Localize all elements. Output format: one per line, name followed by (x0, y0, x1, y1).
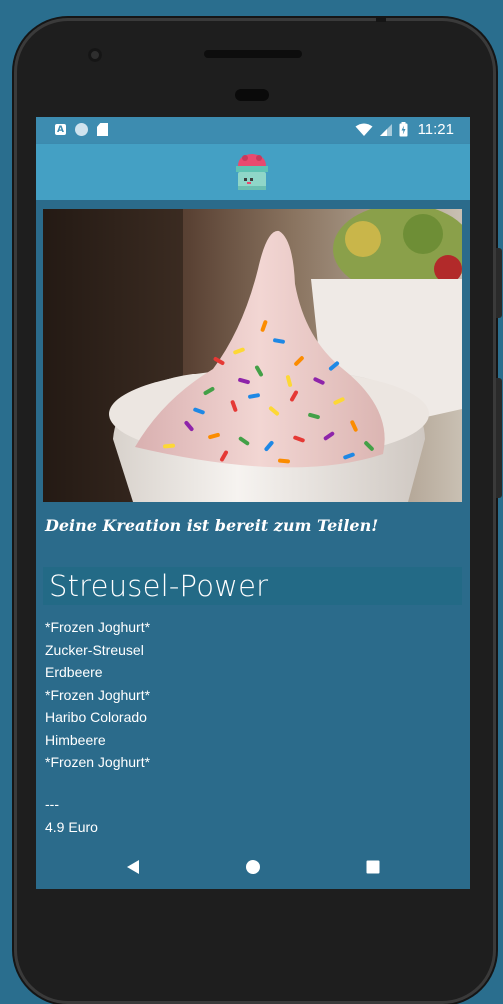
creation-title: Streusel-Power (49, 569, 269, 603)
wifi-icon (355, 123, 373, 136)
notification-a-icon: A (55, 124, 66, 135)
status-bar: A 11:21 (36, 117, 470, 144)
circle-icon (75, 123, 88, 136)
proximity-sensor (235, 89, 269, 101)
list-item: *Frozen Joghurt* (45, 754, 151, 770)
power-button (496, 378, 502, 498)
list-item: Erdbeere (45, 664, 103, 680)
share-message: Deine Kreation ist bereit zum Teilen! (45, 516, 379, 535)
phone-top-notch (376, 16, 386, 22)
cupcake-logo-icon[interactable] (235, 152, 269, 192)
creation-title-box: Streusel-Power (43, 567, 462, 605)
home-button[interactable] (241, 855, 265, 879)
list-item: *Frozen Joghurt* (45, 686, 151, 703)
hero-image (43, 209, 462, 502)
sd-card-icon (97, 123, 108, 136)
volume-button (496, 248, 502, 318)
back-icon (127, 860, 139, 874)
status-left-icons: A (55, 123, 108, 136)
earpiece-speaker (204, 50, 302, 58)
status-right-icons: 11:21 (355, 121, 454, 138)
price-separator: --- (45, 796, 59, 812)
app-bar (36, 144, 470, 200)
recents-button[interactable] (361, 855, 385, 879)
phone-screen: A 11:21 Deine Kreation ist bereit zum Te… (36, 117, 470, 889)
frozen-yogurt-photo (43, 209, 462, 502)
list-item: Haribo Colorado (45, 709, 147, 725)
list-item: *Frozen Joghurt* (45, 619, 151, 635)
status-time: 11:21 (417, 121, 454, 138)
list-item: Zucker-Streusel (45, 641, 144, 658)
list-item: Himbeere (45, 731, 106, 748)
navigation-bar (36, 845, 470, 889)
ingredient-list: *Frozen Joghurt* Zucker-Streusel Erdbeer… (45, 616, 150, 774)
back-button[interactable] (121, 855, 145, 879)
home-icon (246, 860, 260, 874)
price-label: 4.9 Euro (45, 819, 98, 835)
battery-charging-icon (399, 122, 408, 137)
content-area: Deine Kreation ist bereit zum Teilen! St… (36, 200, 470, 850)
cell-signal-icon (379, 123, 392, 136)
front-camera (88, 48, 102, 62)
recents-icon (366, 860, 380, 874)
